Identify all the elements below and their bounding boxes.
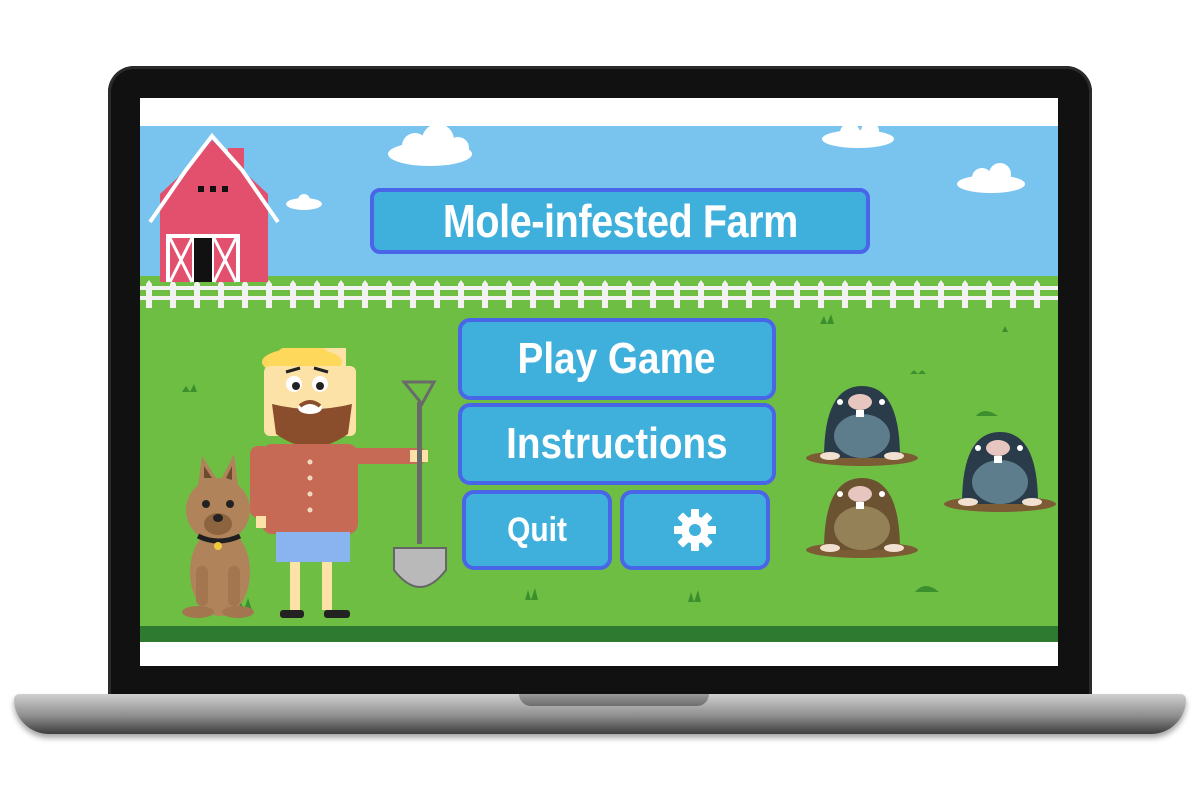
play-game-button[interactable]: Play Game (458, 318, 776, 400)
fence-post (674, 280, 680, 308)
fence-post (242, 280, 248, 308)
quit-label: Quit (507, 510, 567, 549)
fence-post (554, 280, 560, 308)
fence-post (722, 280, 728, 308)
fence-post (914, 280, 920, 308)
fence-post (842, 280, 848, 308)
fence-post (314, 280, 320, 308)
fence-post (218, 280, 224, 308)
fence-post (506, 280, 512, 308)
instructions-label: Instructions (506, 419, 728, 468)
fence-post (362, 280, 368, 308)
fence-post (986, 280, 992, 308)
fence-post (458, 280, 464, 308)
game-title: Mole-infested Farm (442, 195, 798, 247)
fence-post (938, 280, 944, 308)
fence-post (338, 280, 344, 308)
fence-post (890, 280, 896, 308)
fence-post (794, 280, 800, 308)
game-title-banner: Mole-infested Farm (370, 188, 870, 254)
ground-strip (140, 626, 1058, 642)
fence-post (194, 280, 200, 308)
fence-post (698, 280, 704, 308)
quit-button[interactable]: Quit (462, 490, 612, 570)
fence-post (746, 280, 752, 308)
fence-post (770, 280, 776, 308)
fence-post (290, 280, 296, 308)
fence-post (410, 280, 416, 308)
fence-post (650, 280, 656, 308)
fence-post (266, 280, 272, 308)
fence-post (818, 280, 824, 308)
gear-icon (674, 509, 716, 551)
fence-post (434, 280, 440, 308)
fence-post (482, 280, 488, 308)
play-game-label: Play Game (517, 334, 717, 383)
fence-post (962, 280, 968, 308)
fence-post (530, 280, 536, 308)
settings-button[interactable] (620, 490, 770, 570)
instructions-button[interactable]: Instructions (458, 403, 776, 485)
fence-post (170, 280, 176, 308)
laptop-base (14, 694, 1186, 734)
fence-post (1034, 280, 1040, 308)
fence-post (866, 280, 872, 308)
fence-post (626, 280, 632, 308)
farm-scene: Mole-infested Farm Play Game Instruction… (140, 126, 1058, 642)
laptop-notch (519, 694, 709, 706)
fence-post (1010, 280, 1016, 308)
fence-post (602, 280, 608, 308)
fence-post (386, 280, 392, 308)
fence-post (146, 280, 152, 308)
game-screen: Mole-infested Farm Play Game Instruction… (140, 98, 1058, 666)
fence-post (578, 280, 584, 308)
